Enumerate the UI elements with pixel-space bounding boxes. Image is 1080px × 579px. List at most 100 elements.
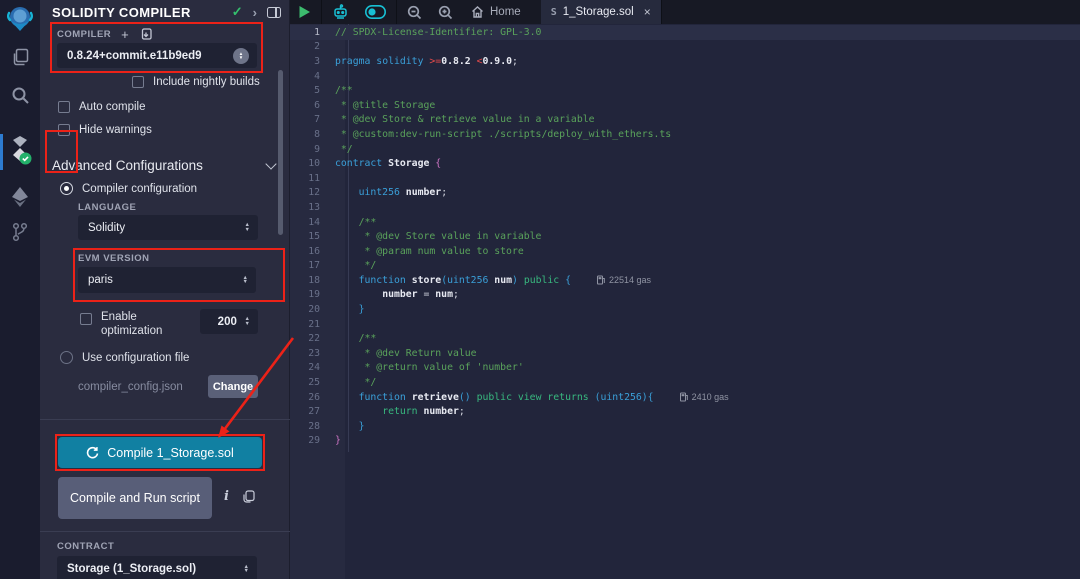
- line-number: 22: [290, 333, 335, 344]
- compiler-configuration-radio-row[interactable]: Compiler configuration: [60, 182, 197, 195]
- contract-select[interactable]: Storage (1_Storage.sol) ▲▼: [57, 556, 257, 579]
- line-number: 20: [290, 304, 335, 315]
- remix-logo[interactable]: [0, 4, 40, 32]
- ai-robot-icon: [332, 4, 349, 20]
- code-line[interactable]: 8 * @custom:dev-run-script ./scripts/dep…: [290, 127, 1080, 142]
- tab-1-storage-sol[interactable]: S 1_Storage.sol ×: [541, 0, 662, 24]
- language-select[interactable]: Solidity ▲▼: [78, 215, 258, 240]
- code-line[interactable]: 4: [290, 69, 1080, 84]
- code-line[interactable]: 18 function store(uint256 num) public {2…: [290, 273, 1080, 288]
- evm-version-select[interactable]: paris ▲▼: [78, 267, 256, 293]
- line-number: 27: [290, 406, 335, 417]
- line-content: pragma solidity >=0.8.2 <0.9.0;: [335, 56, 518, 67]
- include-nightly-row[interactable]: Include nightly builds: [132, 76, 260, 88]
- section-divider: [40, 419, 290, 420]
- enable-optimization-row[interactable]: Enable optimization: [80, 310, 190, 338]
- code-line[interactable]: 7 * @dev Store & retrieve value in a var…: [290, 113, 1080, 128]
- compiler-version-value: 0.8.24+commit.e11b9ed9: [67, 50, 233, 62]
- code-line[interactable]: 29}: [290, 434, 1080, 449]
- solidity-compiler-icon[interactable]: [0, 134, 40, 166]
- run-script-button[interactable]: [290, 0, 319, 24]
- code-line[interactable]: 3pragma solidity >=0.8.2 <0.9.0;: [290, 54, 1080, 69]
- line-number: 4: [290, 71, 335, 82]
- auto-compile-checkbox[interactable]: [58, 101, 70, 113]
- line-content: * @param num value to store: [335, 246, 524, 257]
- code-line[interactable]: 17 */: [290, 259, 1080, 274]
- code-line[interactable]: 26 function retrieve() public view retur…: [290, 390, 1080, 405]
- deploy-run-icon[interactable]: [0, 186, 40, 208]
- line-number: 17: [290, 260, 335, 271]
- hide-warnings-checkbox[interactable]: [58, 124, 70, 136]
- code-line[interactable]: 16 * @param num value to store: [290, 244, 1080, 259]
- line-content: * @dev Return value: [335, 348, 477, 359]
- zoom-in-button[interactable]: [430, 0, 461, 24]
- code-line[interactable]: 1// SPDX-License-Identifier: GPL-3.0: [290, 25, 1080, 40]
- code-line[interactable]: 22 /**: [290, 331, 1080, 346]
- code-line[interactable]: 13: [290, 200, 1080, 215]
- enable-optimization-label: Enable optimization: [101, 310, 190, 338]
- panel-scrollbar[interactable]: [278, 70, 283, 235]
- zoom-in-icon: [438, 5, 453, 20]
- code-line[interactable]: 28 }: [290, 419, 1080, 434]
- enable-optimization-checkbox[interactable]: [80, 313, 92, 325]
- ai-toggle[interactable]: [357, 0, 394, 24]
- optimization-runs-input[interactable]: 200 ▲▼: [200, 309, 258, 334]
- change-config-button[interactable]: Change: [208, 375, 258, 398]
- code-line[interactable]: 9 */: [290, 142, 1080, 157]
- line-number: 16: [290, 246, 335, 257]
- use-config-file-radio-row[interactable]: Use configuration file: [60, 351, 189, 364]
- file-explorer-icon[interactable]: [0, 48, 40, 67]
- git-branch-icon[interactable]: [0, 222, 40, 242]
- line-number: 2: [290, 41, 335, 52]
- code-line[interactable]: 11: [290, 171, 1080, 186]
- line-content: // SPDX-License-Identifier: GPL-3.0: [335, 27, 541, 38]
- compiler-version-select[interactable]: 0.8.24+commit.e11b9ed9 ▲▼: [57, 43, 257, 68]
- line-number: 23: [290, 348, 335, 359]
- line-content: */: [335, 377, 376, 388]
- info-icon[interactable]: i: [224, 489, 229, 504]
- line-number: 19: [290, 289, 335, 300]
- tab-close-icon[interactable]: ×: [644, 5, 651, 19]
- code-line[interactable]: 5/**: [290, 83, 1080, 98]
- code-line[interactable]: 2: [290, 40, 1080, 55]
- tab-file-label: 1_Storage.sol: [563, 6, 634, 18]
- code-line[interactable]: 19 number = num;: [290, 288, 1080, 303]
- code-line[interactable]: 25 */: [290, 375, 1080, 390]
- pin-panel-icon[interactable]: [267, 7, 281, 18]
- use-config-file-label: Use configuration file: [82, 352, 189, 364]
- zoom-out-button[interactable]: [399, 0, 430, 24]
- code-line[interactable]: 15 * @dev Store value in variable: [290, 229, 1080, 244]
- hide-warnings-row[interactable]: Hide warnings: [58, 124, 152, 136]
- code-line[interactable]: 20 }: [290, 302, 1080, 317]
- line-number: 28: [290, 421, 335, 432]
- code-line[interactable]: 21: [290, 317, 1080, 332]
- code-editor[interactable]: 1// SPDX-License-Identifier: GPL-3.023pr…: [290, 24, 1080, 579]
- advanced-configurations-toggle[interactable]: Advanced Configurations: [52, 158, 275, 173]
- compile-button[interactable]: Compile 1_Storage.sol: [58, 437, 262, 468]
- compile-and-run-button[interactable]: Compile and Run script: [58, 477, 212, 519]
- auto-compile-row[interactable]: Auto compile: [58, 101, 145, 113]
- line-content: return number;: [335, 406, 465, 417]
- compiler-configuration-radio[interactable]: [60, 182, 73, 195]
- code-line[interactable]: 14 /**: [290, 215, 1080, 230]
- language-stepper-icon: ▲▼: [245, 223, 250, 232]
- tab-home[interactable]: Home: [461, 0, 531, 24]
- code-line[interactable]: 24 * @return value of 'number': [290, 361, 1080, 376]
- code-line[interactable]: 23 * @dev Return value: [290, 346, 1080, 361]
- code-line[interactable]: 6 * @title Storage: [290, 98, 1080, 113]
- line-number: 14: [290, 217, 335, 228]
- icon-rail: [0, 0, 40, 579]
- code-line[interactable]: 27 return number;: [290, 404, 1080, 419]
- search-icon[interactable]: [0, 86, 40, 105]
- copy-icon[interactable]: [242, 490, 255, 503]
- include-nightly-checkbox[interactable]: [132, 76, 144, 88]
- line-content: */: [335, 260, 376, 271]
- add-compiler-icon[interactable]: +: [121, 30, 129, 40]
- use-config-file-radio[interactable]: [60, 351, 73, 364]
- code-line[interactable]: 12 uint256 number;: [290, 186, 1080, 201]
- remix-ai-button[interactable]: [324, 0, 357, 24]
- collapse-chevron-icon[interactable]: ›: [253, 5, 257, 20]
- code-line[interactable]: 10contract Storage {: [290, 156, 1080, 171]
- copy-version-icon[interactable]: [139, 28, 152, 41]
- optimization-runs-value: 200: [210, 316, 245, 328]
